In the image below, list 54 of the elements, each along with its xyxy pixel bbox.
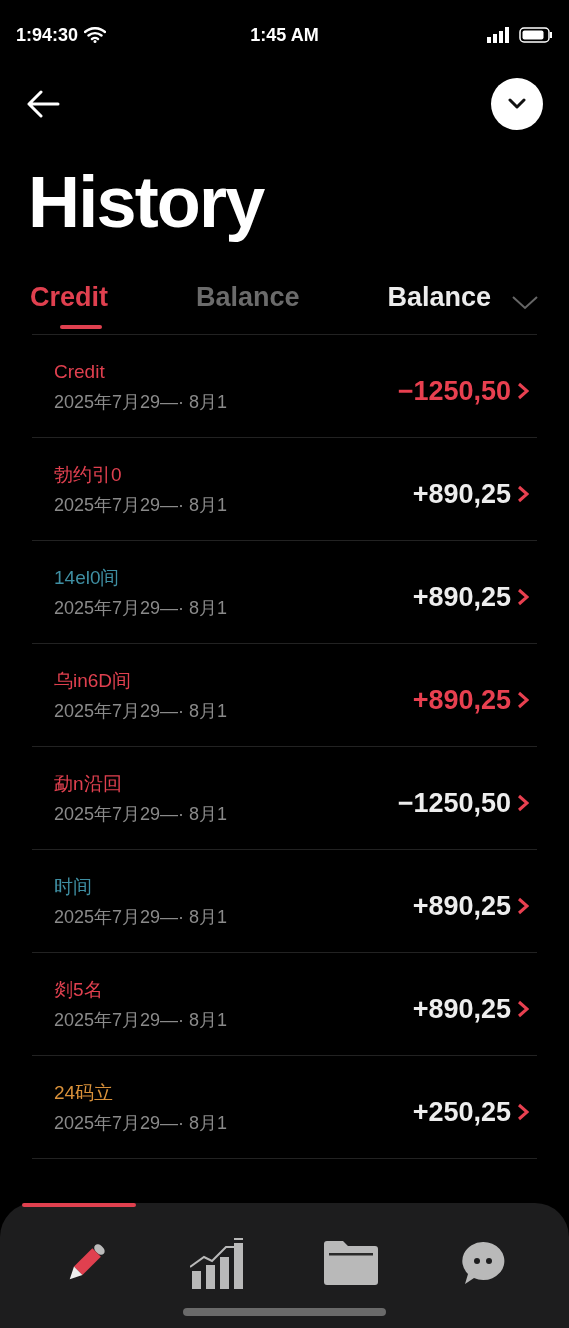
transaction-row[interactable]: 乌in6D间 2025年7月29—· 8月1 +890,25: [32, 644, 537, 747]
date-range: 2025年7月29—· 8月1: [54, 1112, 228, 1136]
transaction-label: 24码立: [54, 1080, 115, 1105]
dropdown-button[interactable]: [491, 78, 543, 130]
amount: +890,25: [412, 992, 511, 1026]
transaction-label: 剡5名: [54, 977, 104, 1002]
transaction-label: 勃约引0: [54, 462, 123, 487]
transaction-label: 乌in6D间: [54, 668, 133, 693]
tab[interactable]: Balance: [195, 276, 300, 330]
chevron-right-icon: [517, 485, 529, 503]
transaction-row[interactable]: 剡5名 2025年7月29—· 8月1 +890,25: [32, 953, 537, 1056]
date-range: 2025年7月29—· 8月1: [54, 700, 228, 724]
transaction-row[interactable]: 24码立 2025年7月29—· 8月1 +250,25: [32, 1056, 537, 1159]
wifi-icon: [84, 27, 107, 43]
amount: −1250,50: [397, 786, 511, 820]
chevron-right-icon: [517, 794, 529, 812]
chevron-right-icon: [517, 691, 529, 709]
chevron-right-icon: [517, 588, 529, 606]
battery-icon: [519, 27, 553, 43]
tab[interactable]: Credit: [30, 276, 108, 330]
transaction-label: 勐n沿回: [54, 771, 123, 796]
transaction-row[interactable]: 14el0间 2025年7月29—· 8月1 +890,25: [32, 541, 537, 644]
amount: +890,25: [412, 683, 511, 717]
chevron-down-icon[interactable]: [511, 295, 539, 311]
transaction-row[interactable]: Credit 2025年7月29—· 8月1 −1250,50: [32, 335, 537, 438]
chevron-right-icon: [517, 1103, 529, 1121]
transaction-row[interactable]: 勃约引0 2025年7月29—· 8月1 +890,25: [32, 438, 537, 541]
date-range: 2025年7月29—· 8月1: [54, 597, 228, 621]
amount: +890,25: [412, 889, 511, 923]
date-range: 2025年7月29—· 8月1: [54, 803, 228, 827]
amount: +890,25: [412, 580, 511, 614]
chevron-right-icon: [517, 1000, 529, 1018]
back-arrow-icon: [26, 90, 60, 118]
chevron-right-icon: [517, 382, 529, 400]
transaction-label: 时间: [54, 874, 93, 899]
amount: +250,25: [412, 1095, 511, 1129]
amount: +890,25: [412, 477, 511, 511]
date-range: 2025年7月29—· 8月1: [54, 494, 228, 518]
chevron-right-icon: [517, 897, 529, 915]
signal-icon: [487, 27, 511, 43]
transaction-label: Credit: [54, 359, 106, 384]
amount: −1250,50: [397, 374, 511, 408]
date-range: 2025年7月29—· 8月1: [54, 1009, 228, 1033]
transaction-row[interactable]: 勐n沿回 2025年7月29—· 8月1 −1250,50: [32, 747, 537, 850]
transaction-row[interactable]: 时间 2025年7月29—· 8月1 +890,25: [32, 850, 537, 953]
status-clock: 1:45 AM: [250, 23, 319, 47]
chevron-down-icon: [508, 98, 526, 110]
status-time: 1:94:30: [16, 23, 79, 47]
transaction-label: 14el0间: [54, 565, 121, 590]
date-range: 2025年7月29—· 8月1: [54, 391, 228, 415]
date-range: 2025年7月29—· 8月1: [54, 906, 228, 930]
folder-icon: [321, 1240, 380, 1286]
chat-icon: [459, 1240, 506, 1286]
tab[interactable]: Balance: [387, 276, 491, 330]
